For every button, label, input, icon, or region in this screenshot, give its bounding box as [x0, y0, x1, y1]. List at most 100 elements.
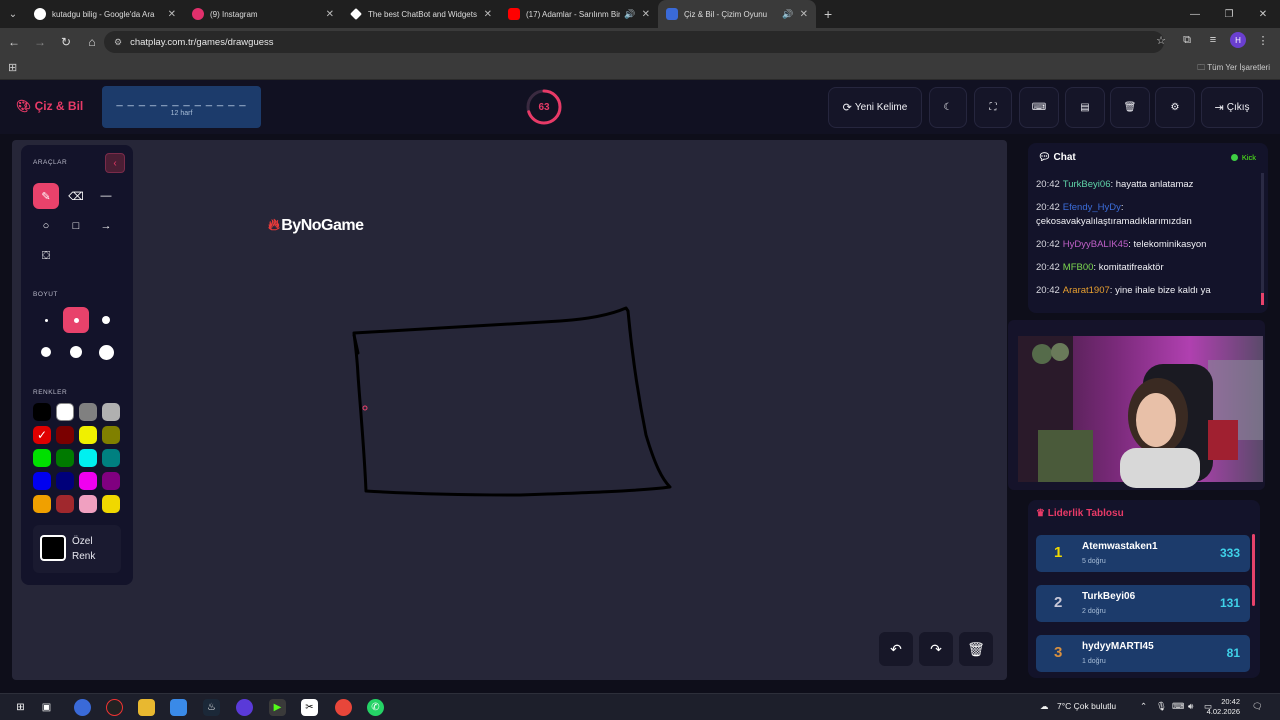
size-4-button[interactable] [33, 339, 59, 365]
restore-icon[interactable]: ❐ [1212, 0, 1246, 28]
browser-tab[interactable]: The best ChatBot and Widgets ✕ [342, 0, 500, 28]
whatsapp-icon[interactable]: ✆ [367, 699, 384, 716]
color-swatch[interactable] [56, 403, 74, 421]
size-1-button[interactable] [33, 307, 59, 333]
custom-color-button[interactable]: Özel Renk [33, 525, 121, 573]
network-icon[interactable]: ⌨ [1172, 701, 1184, 712]
color-swatch[interactable] [102, 472, 120, 490]
windows-start-icon[interactable]: ⊞ [12, 699, 29, 716]
close-tab-icon[interactable]: ✕ [168, 9, 176, 20]
color-swatch[interactable] [33, 449, 51, 467]
system-clock[interactable]: 20:42 4.02.2026 [1207, 697, 1240, 717]
browser-tab[interactable]: (9) Instagram ✕ [184, 0, 342, 28]
delete-button[interactable]: 🗑︎ [1110, 87, 1150, 128]
color-swatch[interactable] [79, 449, 97, 467]
chrome-icon[interactable] [335, 699, 352, 716]
color-swatch[interactable] [56, 449, 74, 467]
close-tab-icon[interactable]: ✕ [484, 9, 492, 20]
leaderboard-scrollbar[interactable] [1252, 534, 1255, 606]
archive-button[interactable]: ▤ [1065, 87, 1105, 128]
site-info-icon[interactable]: ⚙ [114, 37, 122, 48]
url-input[interactable]: ⚙ chatplay.com.tr/games/drawguess [104, 31, 1164, 53]
app-icon[interactable] [74, 699, 91, 716]
new-word-button[interactable]: ⟳ Yeni Kelime [828, 87, 922, 128]
store-icon[interactable] [170, 699, 187, 716]
bookmark-star-icon[interactable]: ☆ [1152, 34, 1170, 47]
minimize-icon[interactable]: — [1178, 0, 1212, 28]
color-swatch[interactable] [33, 426, 51, 444]
forward-icon[interactable]: → [28, 30, 52, 54]
circle-tool-button[interactable]: ○ [33, 213, 59, 239]
rectangle-tool-button[interactable]: □ [63, 213, 89, 239]
chat-scrollbar[interactable] [1261, 173, 1264, 305]
fill-tool-button[interactable]: ⛋ [33, 243, 59, 269]
color-swatch[interactable] [79, 495, 97, 513]
capcut-icon[interactable]: ✂ [301, 699, 318, 716]
weather-icon[interactable]: ☁ [1040, 701, 1049, 712]
color-swatch[interactable] [79, 403, 97, 421]
color-swatch[interactable] [56, 426, 74, 444]
chat-scroll-thumb[interactable] [1261, 293, 1264, 305]
settings-button[interactable]: ⚙ [1155, 87, 1195, 128]
redo-button[interactable]: ↷ [919, 632, 953, 666]
color-swatch[interactable] [33, 495, 51, 513]
fullscreen-button[interactable]: ⛶ [974, 87, 1012, 128]
home-icon[interactable]: ⌂ [80, 30, 104, 54]
app-logo[interactable]: 🎨︎ Çiz & Bil [16, 99, 83, 113]
all-bookmarks-link[interactable]: 🗀 Tüm Yer İşaretleri [1197, 62, 1270, 76]
arrow-tool-button[interactable]: → [93, 213, 119, 239]
color-swatch[interactable] [102, 403, 120, 421]
line-tool-button[interactable]: — [93, 183, 119, 209]
color-swatch[interactable] [102, 426, 120, 444]
notification-icon[interactable]: 🗨︎ [1252, 701, 1263, 712]
pen-tool-button[interactable]: ✎ [33, 183, 59, 209]
mic-icon[interactable]: 🎙︎ [1156, 701, 1167, 712]
size-6-button[interactable] [93, 339, 119, 365]
color-swatch[interactable] [33, 472, 51, 490]
message-user[interactable]: TurkBeyi06 [1063, 179, 1111, 190]
folder-icon[interactable] [138, 699, 155, 716]
logout-button[interactable]: ⇥ Çıkış [1201, 87, 1263, 128]
color-swatch[interactable] [102, 495, 120, 513]
close-tab-icon[interactable]: ✕ [326, 9, 334, 20]
eraser-tool-button[interactable]: ⌫ [63, 183, 89, 209]
message-user[interactable]: Efendy_HyDy [1063, 202, 1121, 213]
dark-mode-button[interactable]: ☾ [929, 87, 967, 128]
speaker-icon[interactable]: 🔊 [782, 9, 793, 20]
app-icon[interactable] [236, 699, 253, 716]
color-swatch[interactable] [79, 472, 97, 490]
weather-text[interactable]: 7°C Çok bulutlu [1057, 701, 1116, 711]
volume-icon[interactable]: 🔊︎ [1188, 701, 1193, 712]
size-2-button[interactable] [63, 307, 89, 333]
tab-search-icon[interactable]: ⌄ [0, 0, 26, 28]
app-icon[interactable] [106, 699, 123, 716]
close-window-icon[interactable]: ✕ [1246, 0, 1280, 28]
browser-tab-active[interactable]: Çiz & Bil - Çizim Oyunu 🔊 ✕ [658, 0, 816, 28]
browser-tab[interactable]: kutadgu bilig - Google'da Ara ✕ [26, 0, 184, 28]
color-swatch[interactable] [56, 495, 74, 513]
close-tab-icon[interactable]: ✕ [642, 9, 650, 20]
collapse-panel-button[interactable]: ‹ [105, 153, 125, 173]
new-tab-icon[interactable]: + [816, 6, 840, 22]
color-swatch[interactable] [79, 426, 97, 444]
tray-chevron-icon[interactable]: ⌃ [1140, 701, 1147, 712]
close-tab-icon[interactable]: ✕ [800, 9, 808, 20]
size-3-button[interactable] [93, 307, 119, 333]
message-user[interactable]: HyDyyBALIK45 [1063, 239, 1128, 250]
avatar[interactable]: H [1230, 32, 1246, 48]
browser-tab[interactable]: (17) Adamlar - Sarılınm Birin 🔊 ✕ [500, 0, 658, 28]
color-swatch[interactable] [33, 403, 51, 421]
menu-icon[interactable]: ⋮ [1254, 34, 1272, 47]
media-icon[interactable]: ≡ [1204, 34, 1222, 46]
task-view-icon[interactable]: ▣ [38, 699, 55, 716]
message-user[interactable]: MFB00 [1063, 262, 1094, 273]
color-swatch[interactable] [102, 449, 120, 467]
color-swatch[interactable] [56, 472, 74, 490]
kick-icon[interactable]: ▶ [269, 699, 286, 716]
extensions-icon[interactable]: ⧉ [1178, 34, 1196, 47]
undo-button[interactable]: ↶ [879, 632, 913, 666]
message-user[interactable]: Ararat1907 [1063, 285, 1110, 296]
back-icon[interactable]: ← [2, 30, 26, 54]
apps-grid-icon[interactable]: ⊞ [8, 61, 17, 74]
reload-icon[interactable]: ↻ [54, 30, 78, 54]
